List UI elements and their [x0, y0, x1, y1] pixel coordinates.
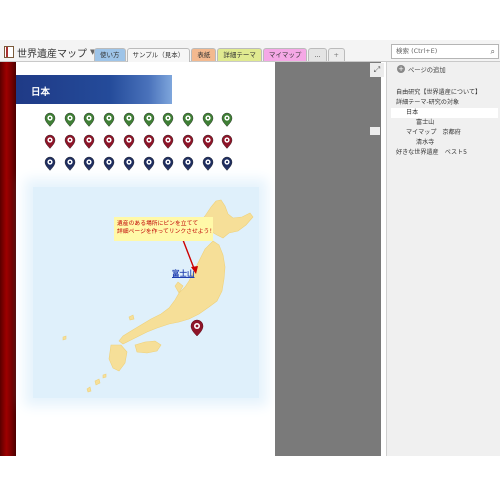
page-list-item[interactable]: 好きな世界遺産 ベスト5: [391, 148, 498, 158]
callout-line-2: 詳細ページを作ってリンクさせよう！: [117, 229, 216, 235]
map-pin-icon[interactable]: [221, 156, 233, 171]
onenote-window: 世界遺産マップ ▼ 使い方 サンプル（見本） 表紙 詳細テーマ マイマップ... + 検索…: [0, 0, 500, 500]
map-pin-icon[interactable]: [44, 112, 56, 127]
callout-arrow: [182, 239, 196, 272]
map-pin-icon[interactable]: [64, 112, 76, 127]
section-tab[interactable]: ...: [308, 48, 327, 61]
page-canvas[interactable]: 日本 遺産のある場所にピンを立てて 詳細ページを作ってリンクさせよう！ 富士山: [16, 62, 275, 456]
add-page-label: ページの追加: [408, 66, 446, 74]
map-pin-icon[interactable]: [103, 156, 115, 171]
add-section-tab[interactable]: +: [327, 48, 345, 61]
page-gray-area: [275, 62, 381, 456]
search-placeholder: 検索 (Ctrl+E): [396, 47, 438, 55]
map-pin-icon[interactable]: [202, 112, 214, 127]
search-icon[interactable]: ⌕: [491, 45, 495, 58]
add-page-button[interactable]: + ページの追加: [397, 64, 446, 74]
map-pin-icon[interactable]: [162, 112, 174, 127]
page-list-item[interactable]: 自由研究【世界遺産について】: [391, 88, 498, 98]
section-tab[interactable]: マイマップ: [262, 48, 308, 61]
map-pin-icon[interactable]: [64, 156, 76, 171]
map-pin-icon[interactable]: [103, 112, 115, 127]
map-pin-icon[interactable]: [182, 134, 194, 149]
instruction-callout: 遺産のある場所にピンを立てて 詳細ページを作ってリンクさせよう！: [114, 217, 216, 241]
map-pin-icon[interactable]: [123, 134, 135, 149]
map-pin-icon[interactable]: [44, 156, 56, 171]
section-tab[interactable]: 詳細テーマ: [217, 48, 262, 61]
map-pin-icon[interactable]: [103, 134, 115, 149]
map-pin-icon[interactable]: [202, 134, 214, 149]
callout-line-1: 遺産のある場所にピンを立てて: [117, 221, 199, 227]
map-pin-icon[interactable]: [221, 112, 233, 127]
map-pin-icon[interactable]: [143, 156, 155, 171]
scroll-marker[interactable]: [370, 127, 380, 135]
map-pin-icon[interactable]: [44, 134, 56, 149]
map-pin-icon[interactable]: [83, 112, 95, 127]
map-pin-icon[interactable]: [83, 134, 95, 149]
page-title: 日本: [31, 87, 51, 98]
map-pin-icon[interactable]: [83, 156, 95, 171]
search-input[interactable]: 検索 (Ctrl+E) ⌕: [391, 44, 499, 59]
mount-fuji-link[interactable]: 富士山: [172, 268, 195, 279]
map-pin-icon[interactable]: [221, 134, 233, 149]
page-list-item[interactable]: 清水寺: [391, 138, 498, 148]
add-icon: +: [397, 65, 405, 73]
page-list-item[interactable]: 詳細テーマ-研究の対象: [391, 98, 498, 108]
map-pin-icon[interactable]: [143, 134, 155, 149]
map-pin-icon[interactable]: [162, 156, 174, 171]
notebook-icon: [4, 46, 14, 58]
page-list: 自由研究【世界遺産について】 詳細テーマ-研究の対象 日本 富士山 マイマップ 京都府清…: [391, 88, 498, 158]
pin-palette: [44, 112, 244, 174]
map-pin-icon[interactable]: [182, 156, 194, 171]
page-list-item[interactable]: マイマップ 京都府: [391, 128, 498, 138]
section-tab[interactable]: サンプル（見本）: [126, 48, 191, 62]
section-tabs: 使い方 サンプル（見本） 表紙 詳細テーマ マイマップ... +: [94, 48, 345, 62]
map-pin-icon[interactable]: [143, 112, 155, 127]
notebook-binding: [0, 62, 16, 456]
page-list-item[interactable]: 富士山: [391, 118, 498, 128]
map-pin-icon[interactable]: [123, 112, 135, 127]
map-pin-icon[interactable]: [64, 134, 76, 149]
map-pin-icon[interactable]: [202, 156, 214, 171]
page-list-item[interactable]: 日本: [391, 108, 498, 118]
section-tab[interactable]: 表紙: [191, 48, 217, 61]
notebook-title: 世界遺産マップ: [17, 48, 87, 60]
section-tab[interactable]: 使い方: [94, 48, 126, 61]
map-pin-icon[interactable]: [182, 112, 194, 127]
expand-icon[interactable]: ⤢: [370, 63, 384, 77]
map-pin-icon[interactable]: [162, 134, 174, 149]
notebook-selector[interactable]: 世界遺産マップ ▼: [4, 44, 95, 60]
mount-fuji-pin[interactable]: [190, 319, 204, 337]
map-pin-icon[interactable]: [123, 156, 135, 171]
